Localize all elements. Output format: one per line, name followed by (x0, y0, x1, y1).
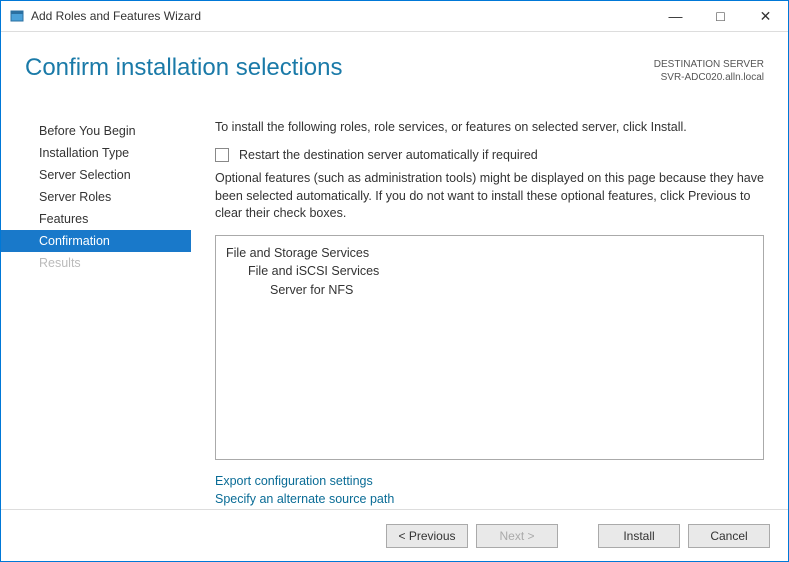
alternate-source-link[interactable]: Specify an alternate source path (215, 490, 764, 509)
wizard-steps-sidebar: Before You Begin Installation Type Serve… (1, 110, 191, 509)
intro-text: To install the following roles, role ser… (215, 120, 764, 134)
destination-value: SVR-ADC020.alln.local (654, 71, 764, 84)
previous-button[interactable]: < Previous (386, 524, 468, 548)
sidebar-item-confirmation[interactable]: Confirmation (1, 230, 191, 252)
wizard-icon (9, 8, 25, 24)
cancel-button[interactable]: Cancel (688, 524, 770, 548)
feature-item: File and Storage Services (226, 244, 753, 263)
feature-item: File and iSCSI Services (226, 262, 753, 281)
close-button[interactable]: ✕ (743, 1, 788, 31)
sidebar-item-before-you-begin[interactable]: Before You Begin (1, 120, 191, 142)
titlebar: Add Roles and Features Wizard — □ ✕ (1, 1, 788, 31)
window-title: Add Roles and Features Wizard (31, 9, 201, 23)
maximize-button[interactable]: □ (698, 1, 743, 31)
install-button[interactable]: Install (598, 524, 680, 548)
sidebar-item-installation-type[interactable]: Installation Type (1, 142, 191, 164)
export-config-link[interactable]: Export configuration settings (215, 472, 764, 491)
destination-info: DESTINATION SERVER SVR-ADC020.alln.local (654, 54, 764, 84)
sidebar-item-server-selection[interactable]: Server Selection (1, 164, 191, 186)
sidebar-item-features[interactable]: Features (1, 208, 191, 230)
button-bar: < Previous Next > Install Cancel (1, 509, 788, 561)
feature-item: Server for NFS (226, 281, 753, 300)
restart-checkbox[interactable] (215, 148, 229, 162)
main-pane: To install the following roles, role ser… (191, 110, 788, 509)
selected-features-list: File and Storage Services File and iSCSI… (215, 235, 764, 460)
page-title: Confirm installation selections (25, 54, 654, 82)
optional-features-text: Optional features (such as administratio… (215, 170, 764, 223)
restart-checkbox-row[interactable]: Restart the destination server automatic… (215, 148, 764, 162)
minimize-button[interactable]: — (653, 1, 698, 31)
action-links: Export configuration settings Specify an… (215, 472, 764, 510)
destination-label: DESTINATION SERVER (654, 58, 764, 71)
next-button: Next > (476, 524, 558, 548)
restart-checkbox-label: Restart the destination server automatic… (239, 148, 538, 162)
sidebar-item-server-roles[interactable]: Server Roles (1, 186, 191, 208)
sidebar-item-results: Results (1, 252, 191, 274)
